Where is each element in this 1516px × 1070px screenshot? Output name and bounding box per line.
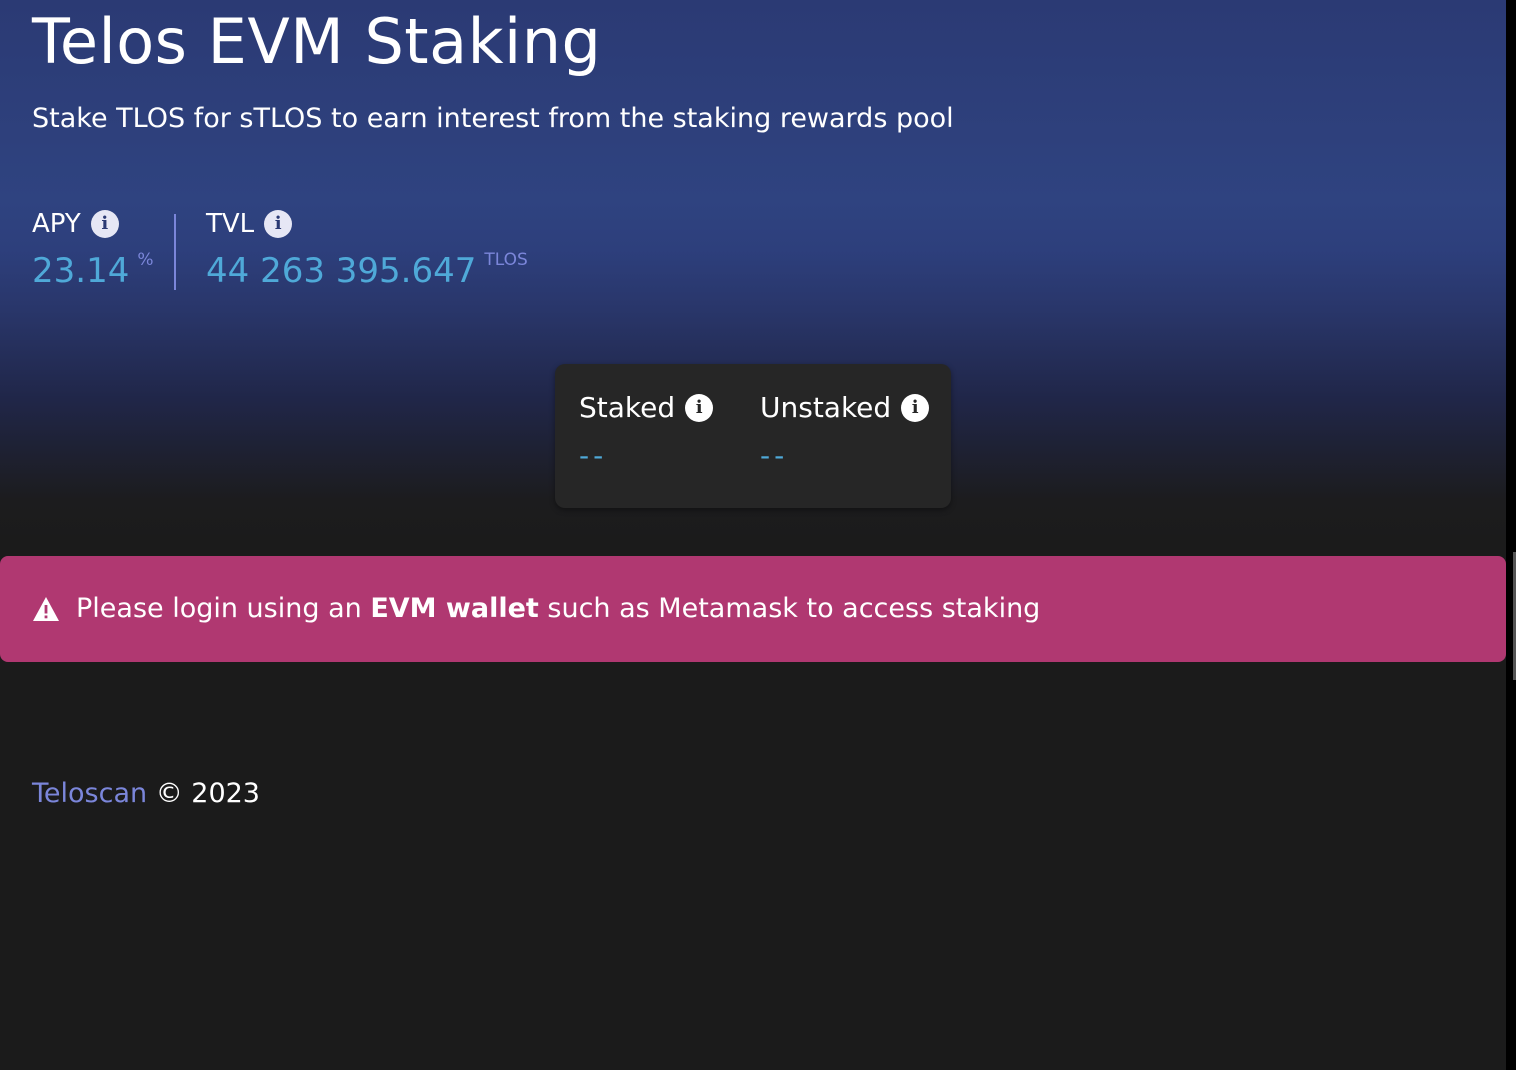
apy-label: APY <box>32 209 81 239</box>
page-subtitle: Stake TLOS for sTLOS to earn interest fr… <box>32 103 954 134</box>
tvl-value-row: 44 263 395.647 TLOS <box>206 250 528 292</box>
unstaked-balance: Unstaked i -- <box>760 390 930 474</box>
tvl-stat: TVL i 44 263 395.647 TLOS <box>206 206 528 292</box>
unstaked-info-icon[interactable]: i <box>901 394 930 422</box>
tvl-unit: TLOS <box>484 250 528 270</box>
staking-page: Telos EVM Staking Stake TLOS for sTLOS t… <box>0 0 1506 1070</box>
unstaked-label-row: Unstaked i <box>760 390 930 426</box>
warning-icon <box>33 597 59 621</box>
apy-label-row: APY i <box>32 206 154 242</box>
unstaked-value: -- <box>760 439 789 472</box>
apy-unit: % <box>137 250 154 270</box>
tvl-label: TVL <box>206 209 255 239</box>
tvl-value: 44 263 395.647 <box>206 251 477 291</box>
login-alert-banner: Please login using an EVM wallet such as… <box>0 556 1506 662</box>
unstaked-label: Unstaked <box>760 391 892 424</box>
stats-divider <box>174 214 176 290</box>
staked-label-row: Staked i <box>579 390 714 426</box>
staked-info-icon[interactable]: i <box>685 394 714 422</box>
alert-text-before: Please login using an <box>76 593 371 624</box>
balance-card: Staked i -- Unstaked i -- <box>555 364 951 508</box>
apy-value-row: 23.14 % <box>32 250 154 292</box>
apy-stat: APY i 23.14 % <box>32 206 154 292</box>
staked-label: Staked <box>579 391 676 424</box>
copyright-text: © 2023 <box>147 778 260 809</box>
staked-value: -- <box>579 439 608 472</box>
apy-value: 23.14 <box>32 251 130 291</box>
scrollbar-track[interactable] <box>1506 0 1516 1070</box>
teloscan-link[interactable]: Teloscan <box>32 778 147 809</box>
alert-message: Please login using an EVM wallet such as… <box>76 592 1040 626</box>
alert-text-after: such as Metamask to access staking <box>538 593 1041 624</box>
footer: Teloscan © 2023 <box>32 776 260 812</box>
alert-text-bold: EVM wallet <box>370 593 539 624</box>
tvl-info-icon[interactable]: i <box>264 210 293 238</box>
apy-info-icon[interactable]: i <box>90 210 119 238</box>
page-title: Telos EVM Staking <box>32 5 602 78</box>
staked-balance: Staked i -- <box>579 390 714 474</box>
tvl-label-row: TVL i <box>206 206 528 242</box>
